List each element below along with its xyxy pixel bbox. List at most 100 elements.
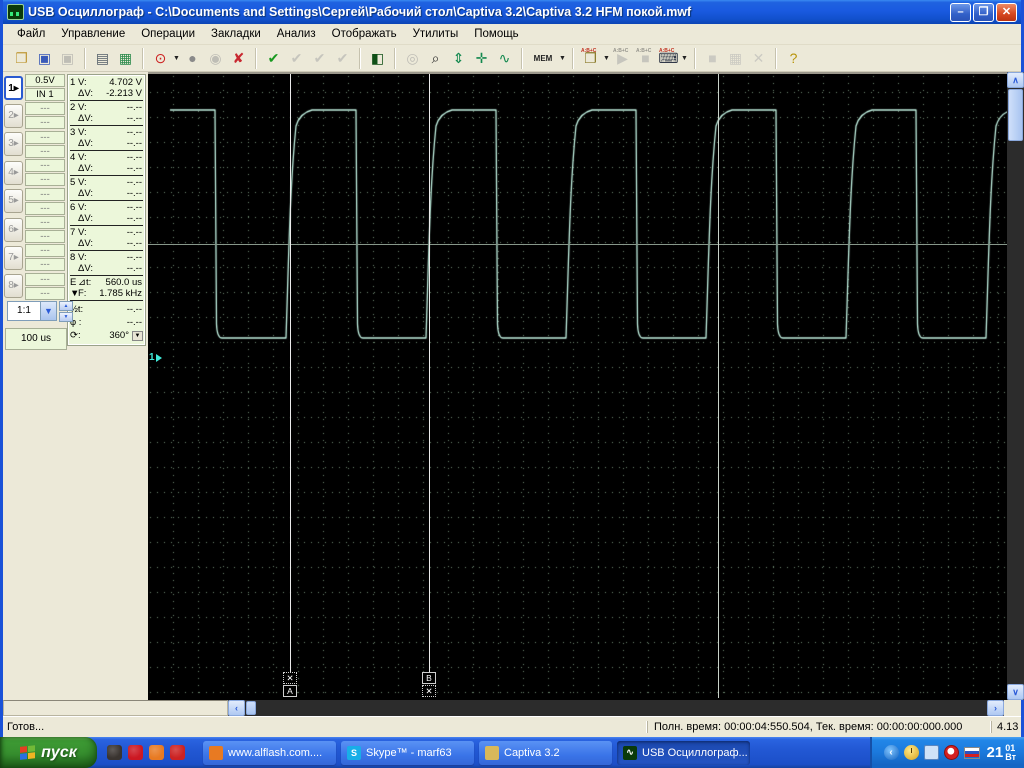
vertical-scroll-thumb[interactable]: [1008, 89, 1023, 141]
menu-item-2[interactable]: Управление: [53, 26, 133, 42]
center-cross-icon[interactable]: ✛: [470, 47, 493, 70]
menu-item-5[interactable]: Анализ: [269, 26, 324, 42]
cursor-b-label[interactable]: B: [422, 672, 436, 684]
waveform-canvas[interactable]: [148, 74, 1007, 698]
scroll-up-icon[interactable]: ∧: [1007, 72, 1024, 88]
task-usb-oscilloscope[interactable]: ∿USB Осциллограф...: [617, 741, 750, 765]
toolbar-group-1: ❐▣▣: [7, 47, 82, 70]
channel-6-input-field[interactable]: ---: [25, 230, 65, 243]
channel-1-button[interactable]: 1▸: [4, 76, 23, 100]
cursor-b-x-handle[interactable]: ✕: [422, 685, 436, 697]
open-file-icon[interactable]: ❐: [10, 47, 33, 70]
menu-item-4[interactable]: Закладки: [203, 26, 269, 42]
channel-8-range-field[interactable]: ---: [25, 273, 65, 286]
horizontal-scroll-thumb[interactable]: [246, 701, 256, 715]
minimize-button[interactable]: –: [950, 3, 971, 22]
channel-4-range-field[interactable]: ---: [25, 159, 65, 172]
save-file-icon[interactable]: ▣: [33, 47, 56, 70]
restore-button[interactable]: ❐: [973, 3, 994, 22]
menu-item-3[interactable]: Операции: [133, 26, 203, 42]
show-desktop-icon[interactable]: [107, 745, 122, 760]
channel-1-marker[interactable]: 1: [149, 352, 162, 363]
scroll-right-icon[interactable]: ›: [987, 700, 1004, 716]
firefox-launch-icon[interactable]: [149, 745, 164, 760]
power-stop-icon[interactable]: ⊙: [149, 47, 172, 70]
channel-2-range-field[interactable]: ---: [25, 102, 65, 115]
channel-4-input-field[interactable]: ---: [25, 173, 65, 186]
tray-opera-icon[interactable]: [944, 745, 959, 760]
cursor-a-x-handle[interactable]: ✕: [283, 672, 297, 684]
cursor-a-line[interactable]: [290, 74, 291, 672]
cursor-b-line[interactable]: [429, 74, 430, 672]
tray-network-icon[interactable]: [924, 745, 939, 760]
menu-item-1[interactable]: Файл: [9, 26, 53, 42]
channel-7-button[interactable]: 7▸: [4, 246, 23, 270]
rotation-dropdown-icon[interactable]: ▼: [132, 331, 143, 341]
close-button[interactable]: ✕: [996, 3, 1017, 22]
channel-5-input-field[interactable]: ---: [25, 202, 65, 215]
apply-check-icon[interactable]: ✔: [262, 47, 285, 70]
hide-tray-icons-chevron[interactable]: ‹: [884, 745, 899, 760]
tray-clock-icon[interactable]: [904, 745, 919, 760]
search-icon[interactable]: ⌕: [424, 47, 447, 70]
channel-3-input-field[interactable]: ---: [25, 145, 65, 158]
abc-tag-label: A:B+C: [636, 48, 651, 54]
menu-item-8[interactable]: Помощь: [466, 26, 526, 42]
task-captiva-folder[interactable]: Captiva 3.2: [479, 741, 612, 765]
media-launch-icon[interactable]: [170, 745, 185, 760]
vertical-scrollbar[interactable]: ∧ ∨: [1007, 72, 1024, 700]
opera-launch-icon[interactable]: [128, 745, 143, 760]
timebase-field[interactable]: 100 us: [5, 328, 67, 350]
spinner-up-icon[interactable]: ▲: [59, 301, 73, 311]
channel-7-range-field[interactable]: ---: [25, 244, 65, 257]
channel-1-input-field[interactable]: IN 1: [25, 88, 65, 101]
abc-keyboard-icon-dropdown[interactable]: ▼: [680, 47, 689, 70]
menu-item-7[interactable]: Утилиты: [405, 26, 467, 42]
fit-vertical-icon[interactable]: ⇕: [447, 47, 470, 70]
delete-icon[interactable]: ✘: [227, 47, 250, 70]
horizontal-scroll-track[interactable]: [257, 700, 987, 716]
scale-dropdown-icon[interactable]: ▼: [41, 301, 57, 321]
task-alflash-icon: [209, 746, 223, 760]
abc-open-icon[interactable]: ❐A:B+C: [579, 47, 602, 70]
f-marker-icon[interactable]: ▼: [70, 288, 78, 299]
export-image-icon[interactable]: ▦: [114, 47, 137, 70]
channel-4-button[interactable]: 4▸: [4, 161, 23, 185]
vertical-scroll-track[interactable]: [1007, 142, 1024, 684]
task-alflash[interactable]: www.alflash.com....: [203, 741, 336, 765]
power-stop-icon-dropdown[interactable]: ▼: [172, 47, 181, 70]
scroll-left-icon[interactable]: ‹: [228, 700, 245, 716]
start-button[interactable]: пуск: [0, 737, 97, 768]
channel-8-button[interactable]: 8▸: [4, 274, 23, 298]
print-icon[interactable]: ▤: [91, 47, 114, 70]
channel-5-button[interactable]: 5▸: [4, 189, 23, 213]
memory-icon[interactable]: MEM: [528, 47, 558, 70]
scale-select[interactable]: 1:1: [7, 301, 41, 321]
tray-language-flag-icon[interactable]: [964, 747, 980, 759]
channel-6-range-field[interactable]: ---: [25, 216, 65, 229]
channel-3-range-field[interactable]: ---: [25, 131, 65, 144]
oscilloscope-display[interactable]: ✕ A B ✕ 1: [148, 72, 1007, 700]
help-icon[interactable]: ?: [782, 47, 805, 70]
abc-keyboard-icon[interactable]: ⌨A:B+C: [657, 47, 680, 70]
cursor-a-label[interactable]: A: [283, 685, 297, 697]
channel-1-range-field[interactable]: 0.5V: [25, 74, 65, 87]
signal-wave-icon[interactable]: ∿: [493, 47, 516, 70]
horizontal-scrollbar[interactable]: ‹ ›: [228, 700, 1004, 716]
task-skype[interactable]: SSkype™ - marf63: [341, 741, 474, 765]
display-mode-icon[interactable]: ◧: [366, 47, 389, 70]
abc-open-icon-dropdown[interactable]: ▼: [602, 47, 611, 70]
memory-icon-dropdown[interactable]: ▼: [558, 47, 567, 70]
toolbar-group-2: ▤▦: [88, 47, 140, 70]
channel-2-input-field[interactable]: ---: [25, 116, 65, 129]
record-icon[interactable]: ●: [181, 47, 204, 70]
spinner-down-icon[interactable]: ▼: [59, 312, 73, 322]
menu-item-6[interactable]: Отображать: [324, 26, 405, 42]
channel-7-input-field[interactable]: ---: [25, 258, 65, 271]
scroll-down-icon[interactable]: ∨: [1007, 684, 1024, 700]
channel-6-button[interactable]: 6▸: [4, 218, 23, 242]
channel-2-button[interactable]: 2▸: [4, 104, 23, 128]
channel-8-input-field[interactable]: ---: [25, 287, 65, 300]
channel-5-range-field[interactable]: ---: [25, 188, 65, 201]
channel-3-button[interactable]: 3▸: [4, 132, 23, 156]
